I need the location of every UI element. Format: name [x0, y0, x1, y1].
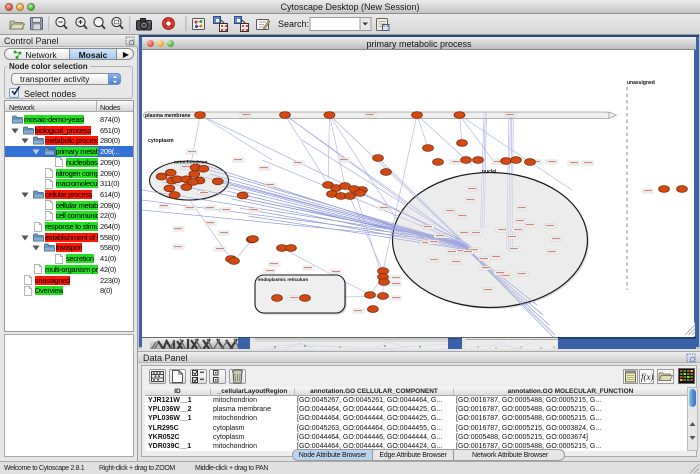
svg-text:f​(x): f​(x) — [641, 372, 654, 382]
svg-text:plasma membrane: plasma membrane — [145, 113, 191, 119]
svg-text:nuclei: nuclei — [482, 169, 497, 175]
svg-text:Search:: Search: — [278, 19, 309, 29]
svg-text:mitochondrion: mitochondrion — [174, 160, 208, 166]
svg-text:cytoplasm: cytoplasm — [148, 138, 174, 144]
svg-text:unassigned: unassigned — [627, 80, 655, 86]
svg-text:endoplasmic reticulum: endoplasmic reticulum — [258, 277, 308, 282]
